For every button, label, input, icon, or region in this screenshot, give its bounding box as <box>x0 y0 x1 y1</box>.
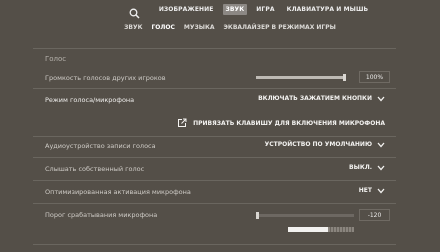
divider <box>33 88 396 89</box>
voice-mode-dropdown[interactable]: ВКЛЮЧАТЬ ЗАЖАТИЕМ КНОПКИ <box>258 95 385 102</box>
subtab-voice[interactable]: ГОЛОС <box>151 24 174 31</box>
optimized-activation-dropdown[interactable]: НЕТ <box>359 187 385 194</box>
chevron-down-icon <box>377 165 385 171</box>
other-volume-value[interactable]: 100% <box>359 71 390 83</box>
mic-level-meter <box>288 227 354 232</box>
top-nav: ИЗОБРАЖЕНИЕ ЗВУК ИГРА КЛАВИАТУРА И МЫШЬ <box>0 0 440 19</box>
hear-own-dropdown[interactable]: ВЫКЛ. <box>349 164 385 171</box>
bind-key-row: ПРИВЯЗАТЬ КЛАВИШУ ДЛЯ ВКЛЮЧЕНИЯ МИКРОФОН… <box>45 116 390 132</box>
hear-own-row[interactable]: Слышать собственный голос ВЫКЛ. <box>45 161 390 177</box>
mic-level-fill <box>288 227 328 232</box>
external-link-icon <box>177 118 187 128</box>
chevron-down-icon <box>377 188 385 194</box>
divider <box>33 48 396 49</box>
hear-own-label: Слышать собственный голос <box>45 165 145 173</box>
bind-key-button[interactable]: ПРИВЯЗАТЬ КЛАВИШУ ДЛЯ ВКЛЮЧЕНИЯ МИКРОФОН… <box>177 118 385 128</box>
tab-image[interactable]: ИЗОБРАЖЕНИЕ <box>156 4 217 15</box>
mic-threshold-value[interactable]: -120 <box>359 209 390 221</box>
sub-nav: ЗВУК ГОЛОС МУЗЫКА ЭКВАЛАЙЗЕР В РЕЖИМАХ И… <box>0 19 440 36</box>
divider <box>33 203 396 204</box>
divider <box>33 180 396 181</box>
voice-mode-value: ВКЛЮЧАТЬ ЗАЖАТИЕМ КНОПКИ <box>258 95 372 102</box>
other-volume-slider-fill <box>256 76 346 79</box>
search-icon[interactable] <box>129 4 140 19</box>
other-volume-slider[interactable] <box>256 74 346 81</box>
tab-game[interactable]: ИГРА <box>253 4 277 15</box>
chevron-down-icon <box>377 142 385 148</box>
other-volume-slider-knob[interactable] <box>343 74 346 81</box>
subtab-music[interactable]: МУЗЫКА <box>184 24 215 31</box>
other-volume-label: Громкость голосов других игроков <box>45 74 166 82</box>
hear-own-value: ВЫКЛ. <box>349 164 372 171</box>
subtab-sound[interactable]: ЗВУК <box>124 24 142 31</box>
mic-threshold-label: Порог срабатывания микрофона <box>45 211 158 219</box>
divider <box>33 136 396 137</box>
chevron-down-icon <box>377 96 385 102</box>
mic-threshold-row: Порог срабатывания микрофона -120 <box>45 207 390 237</box>
audio-device-row[interactable]: Аудиоустройство записи голоса УСТРОЙСТВО… <box>45 138 390 154</box>
bind-key-label: ПРИВЯЗАТЬ КЛАВИШУ ДЛЯ ВКЛЮЧЕНИЯ МИКРОФОН… <box>193 119 385 127</box>
divider <box>33 157 396 158</box>
mic-level-remaining <box>327 227 354 232</box>
audio-device-value: УСТРОЙСТВО ПО УМОЛЧАНИЮ <box>264 141 372 148</box>
audio-device-dropdown[interactable]: УСТРОЙСТВО ПО УМОЛЧАНИЮ <box>265 141 385 148</box>
audio-device-label: Аудиоустройство записи голоса <box>45 142 156 150</box>
divider <box>33 244 396 245</box>
tab-sound[interactable]: ЗВУК <box>222 4 248 15</box>
other-volume-row: Громкость голосов других игроков 100% <box>45 70 390 86</box>
subtab-equalizer[interactable]: ЭКВАЛАЙЗЕР В РЕЖИМАХ ИГРЫ <box>224 24 336 31</box>
optimized-activation-label: Оптимизированная активация микрофона <box>45 188 191 196</box>
optimized-activation-row[interactable]: Оптимизированная активация микрофона НЕТ <box>45 184 390 200</box>
mic-threshold-slider-knob[interactable] <box>256 212 260 219</box>
tab-keyboard-mouse[interactable]: КЛАВИАТУРА И МЫШЬ <box>284 4 372 15</box>
voice-settings-panel: Голос Громкость голосов других игроков 1… <box>33 48 396 252</box>
section-title: Голос <box>45 55 67 63</box>
voice-mode-row[interactable]: Режим голоса/микрофона ВКЛЮЧАТЬ ЗАЖАТИЕМ… <box>45 92 390 108</box>
voice-mode-label: Режим голоса/микрофона <box>45 96 135 104</box>
mic-threshold-slider[interactable] <box>256 212 354 219</box>
optimized-activation-value: НЕТ <box>358 187 372 194</box>
